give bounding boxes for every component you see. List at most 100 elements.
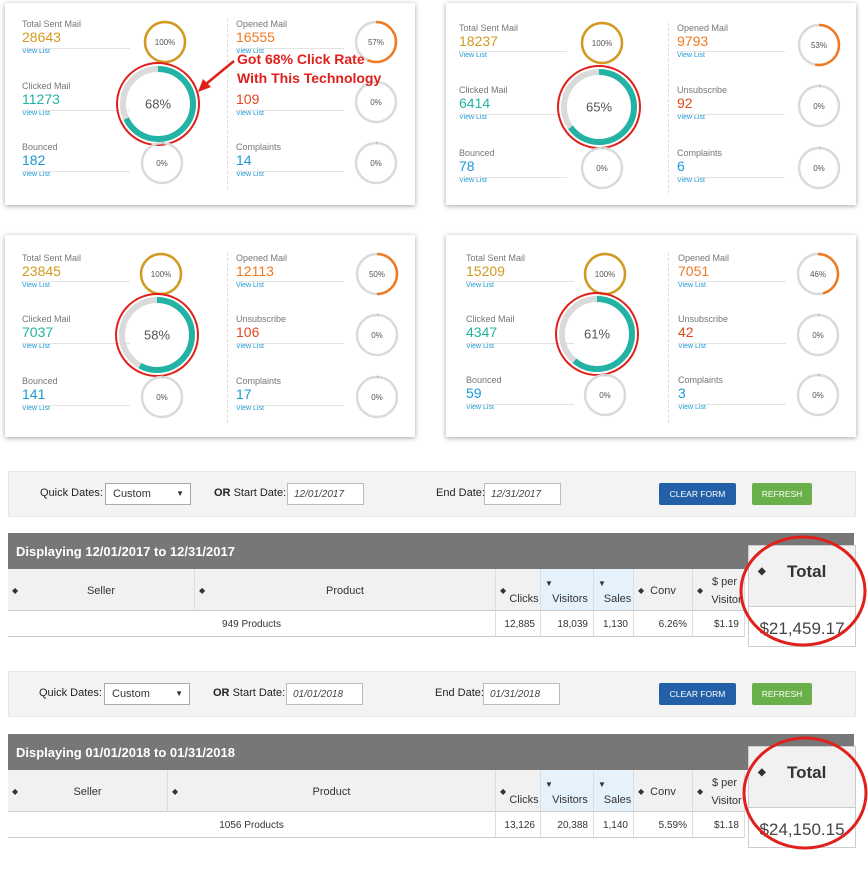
start-date-input[interactable]: 12/01/2017 [287,483,364,505]
total-sent-stat: Total Sent Mail 28643 View List [22,19,81,56]
bounced-stat: Bounced 78 View List [459,148,495,185]
visitors-cell: 18,039 [541,611,594,637]
visitors-cell: 20,388 [541,812,594,838]
conv-cell: 6.26% [634,611,693,637]
col-sales-label: Sales [603,794,632,806]
clear-form-button[interactable]: CLEAR FORM [659,483,736,505]
col-conv[interactable]: ◆ Conv [634,770,693,812]
view-list-link[interactable]: View List [459,51,518,60]
total-cell: $24,150.15 [759,820,845,839]
chevron-down-icon: ▼ [176,489,184,498]
view-list-link[interactable]: View List [22,281,81,290]
col-per-visitor[interactable]: ◆ $ per Visitor [693,569,745,611]
start-date-label: OR Start Date: [214,487,286,499]
sort-down-icon: ▼ [598,579,606,588]
stat-value: 12113 [236,263,274,279]
displaying-header: Displaying 01/01/2018 to 01/31/2018 [8,734,854,770]
opened-stat: Opened Mail 7051 View List [678,253,729,290]
col-per-visitor-label-1: $ per [711,777,738,789]
col-per-visitor-label-1: $ per [711,576,738,588]
stat-value: 106 [236,324,260,340]
col-total[interactable]: ◆ Total [749,747,855,808]
sales-cell: 1,130 [594,611,634,637]
sort-down-icon: ▼ [598,780,606,789]
stat-value: 18237 [459,33,498,49]
clicked-stat: Clicked Mail 11273 View List [22,81,71,118]
complaints-stat: Complaints 6 View List [677,148,722,185]
total-sent-stat: Total Sent Mail 15209 View List [466,253,525,290]
bounced-stat: Bounced 141 View List [22,376,58,413]
quick-dates-select[interactable]: Custom ▼ [105,483,191,505]
start-label-text: Start Date: [232,687,286,699]
col-sales[interactable]: ▼ Sales [594,770,634,812]
stat-value: 14 [236,152,252,168]
col-product[interactable]: ◆ Product [195,569,496,611]
stat-value: 182 [22,152,46,168]
email-stats-card-4: Total Sent Mail 15209 View List Clicked … [446,235,856,437]
clicked-stat: Clicked Mail 4347 View List [466,314,515,351]
clicked-stat: Clicked Mail 6414 View List [459,85,508,122]
col-total[interactable]: ◆ Total [749,546,855,607]
sort-icon: ◆ [758,767,766,778]
total-column: ◆ Total $21,459.17 [748,545,856,647]
stat-value: 17 [236,386,252,402]
report-table: ◆ Seller ◆ Product ◆ Clicks ▼ Visitors ▼ Sale… [8,770,854,840]
quick-dates-label: Quick Dates: [39,687,102,699]
col-product[interactable]: ◆ Product [168,770,496,812]
refresh-button[interactable]: REFRESH [752,483,812,505]
col-per-visitor-label-2: Visitor [711,594,742,606]
end-date-input[interactable]: 01/31/2018 [483,683,560,705]
col-clicks[interactable]: ◆ Clicks [496,569,541,611]
clicks-cell: 12,885 [496,611,541,637]
or-label: OR [213,687,230,699]
col-seller-label: Seller [86,585,116,597]
quick-dates-label: Quick Dates: [40,487,103,499]
col-seller-label: Seller [73,786,102,798]
quick-dates-value: Custom [113,488,151,500]
opened-stat: Opened Mail 12113 View List [236,253,287,290]
col-clicks-label: Clicks [509,593,539,605]
col-visitors-label: Visitors [552,593,588,605]
unsubscribe-stat: Unsubscribe 106 View List [236,314,286,351]
col-visitors[interactable]: ▼ Visitors [541,569,594,611]
sort-down-icon: ▼ [545,579,553,588]
total-cell: $21,459.17 [759,619,845,638]
clear-form-button[interactable]: CLEAR FORM [659,683,736,705]
end-date-input[interactable]: 12/31/2017 [484,483,561,505]
col-clicks-label: Clicks [509,794,539,806]
clicked-stat: Clicked Mail 7037 View List [22,314,71,351]
date-filter-form: Quick Dates: Custom ▼ OR Start Date: 12/… [8,471,856,517]
col-conv[interactable]: ◆ Conv [634,569,693,611]
col-sales[interactable]: ▼ Sales [594,569,634,611]
bounced-stat: Bounced 182 View List [22,142,58,179]
quick-dates-select[interactable]: Custom ▼ [104,683,190,705]
end-date-label: End Date: [436,487,485,499]
col-product-label: Product [326,585,364,597]
stat-value: 11273 [22,91,60,107]
stat-value: 141 [22,386,46,402]
stat-value: 59 [466,385,482,401]
quick-dates-value: Custom [112,688,150,700]
col-visitors[interactable]: ▼ Visitors [541,770,594,812]
col-seller[interactable]: ◆ Seller [8,770,168,812]
col-clicks[interactable]: ◆ Clicks [496,770,541,812]
or-label: OR [214,487,231,499]
view-list-link[interactable]: View List [678,281,729,290]
start-date-input[interactable]: 01/01/2018 [286,683,363,705]
sales-cell: 1,140 [594,812,634,838]
stat-value: 109 [236,91,260,107]
view-list-link[interactable]: View List [466,281,525,290]
sort-icon: ◆ [758,566,766,577]
col-seller[interactable]: ◆ Seller [8,569,195,611]
stat-value: 78 [459,158,475,174]
stat-value: 3 [678,385,686,401]
view-list-link[interactable]: View List [677,51,728,60]
stat-value: 6414 [459,95,491,111]
clicks-cell: 13,126 [496,812,541,838]
col-per-visitor[interactable]: ◆ $ per Visitor [693,770,745,812]
refresh-button[interactable]: REFRESH [752,683,812,705]
per-visitor-cell: $1.18 [693,812,745,838]
email-stats-card-2: Total Sent Mail 18237 View List Clicked … [446,3,856,205]
view-list-link[interactable]: View List [236,281,287,290]
callout-line-1: Got 68% Click Rate [237,51,365,67]
